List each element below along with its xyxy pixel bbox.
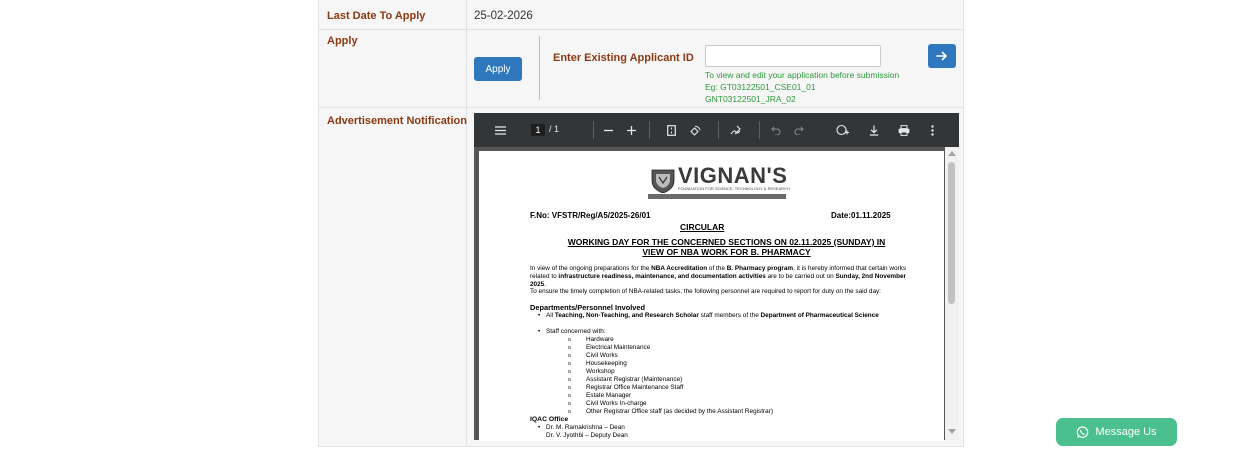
download-icon[interactable]	[867, 123, 881, 137]
list-item: •Dr. V. Jyothbi – Deputy Dean	[546, 432, 628, 439]
departments-heading: Departments/Personnel Involved	[530, 303, 645, 312]
apply-label: Apply	[327, 35, 358, 47]
list-item: • All Teaching, Non-Teaching, and Researc…	[538, 312, 879, 319]
undo-icon[interactable]	[769, 123, 783, 137]
list-item: o Civil Works	[568, 352, 618, 359]
toolbar-separator	[649, 121, 650, 139]
applicant-id-example-1: Eg: GT03122501_CSE01_01	[705, 82, 816, 92]
more-options-icon[interactable]	[927, 123, 937, 137]
print-icon[interactable]	[896, 123, 912, 137]
zoom-in-icon[interactable]	[624, 123, 638, 137]
last-date-label: Last Date To Apply	[327, 10, 426, 22]
rotate-icon[interactable]	[687, 123, 703, 137]
list-item: o Workshop	[568, 368, 615, 375]
row-divider	[318, 107, 964, 108]
iqac-heading: IQAC Office	[530, 416, 569, 423]
list-item: o Other Registrar Office staff (as decide…	[568, 408, 773, 415]
message-us-button[interactable]: Message Us	[1056, 418, 1177, 446]
list-item: o Hardware	[568, 336, 614, 343]
apply-divider	[539, 36, 540, 100]
paragraph-2: To ensure the timely completion of NBA-r…	[530, 288, 881, 296]
toolbar-separator	[593, 121, 594, 139]
draw-icon[interactable]	[728, 123, 742, 137]
circular-title: CIRCULAR	[680, 222, 725, 232]
toolbar-separator	[759, 121, 760, 139]
row-divider	[318, 29, 964, 30]
add-text-icon[interactable]	[834, 123, 850, 137]
scroll-down-icon	[948, 429, 956, 434]
existing-applicant-id-input[interactable]	[705, 45, 881, 67]
page-number-input[interactable]: 1	[531, 124, 545, 136]
last-date-value: 25-02-2026	[474, 10, 533, 22]
circular-heading: WORKING DAY FOR THE CONCERNED SECTIONS O…	[530, 237, 923, 257]
reference-number: F.No: VFSTR/Reg/A5/2025-26/01	[530, 211, 651, 220]
arrow-right-icon	[936, 51, 947, 61]
heading-line-2: VIEW OF NBA WORK FOR B. PHARMACY	[642, 246, 811, 257]
logo-band	[648, 194, 786, 199]
pdf-toolbar	[474, 113, 959, 147]
applicant-id-example-2: GNT03122501_JRA_02	[705, 94, 796, 104]
fit-page-icon[interactable]	[664, 123, 678, 137]
list-item: o Electrical Maintenance	[568, 344, 651, 351]
circular-date: Date:01.11.2025	[831, 211, 891, 220]
list-item: o Civil Works In-charge	[568, 400, 647, 407]
apply-button[interactable]: Apply	[474, 57, 522, 81]
menu-icon[interactable]	[493, 123, 507, 137]
advertisement-label: Advertisement Notification	[327, 115, 467, 127]
existing-id-label: Enter Existing Applicant ID	[553, 52, 694, 64]
list-item: o Assistant Registrar (Maintenance)	[568, 376, 683, 383]
redo-icon[interactable]	[792, 123, 806, 137]
list-item: • Dr. M. Ramakrishna – Dean	[538, 424, 625, 431]
applicant-id-hint: To view and edit your application before…	[705, 70, 900, 80]
scroll-up-icon	[948, 151, 956, 156]
list-item: o Housekeeping	[568, 360, 627, 367]
message-us-label: Message Us	[1095, 426, 1157, 438]
paragraph-1: In view of the ongoing preparations for …	[530, 265, 907, 288]
pdf-scroll-thumb[interactable]	[948, 162, 955, 304]
list-item: • Staff concerned with:	[538, 328, 606, 335]
vignan-emblem-icon	[651, 169, 675, 193]
circular-body: In view of the ongoing preparations for …	[530, 265, 923, 296]
column-divider	[466, 0, 467, 447]
zoom-out-icon[interactable]	[601, 123, 615, 137]
page-total: / 1	[549, 124, 560, 134]
logo-subtitle: FOUNDATION FOR SCIENCE, TECHNOLOGY & RES…	[678, 186, 790, 191]
toolbar-separator	[718, 121, 719, 139]
submit-applicant-id-button[interactable]	[928, 44, 956, 68]
whatsapp-icon	[1077, 425, 1089, 438]
list-item: o Registrar Office Maintenance Staff	[568, 384, 684, 391]
list-item: o Estate Manager	[568, 392, 632, 399]
